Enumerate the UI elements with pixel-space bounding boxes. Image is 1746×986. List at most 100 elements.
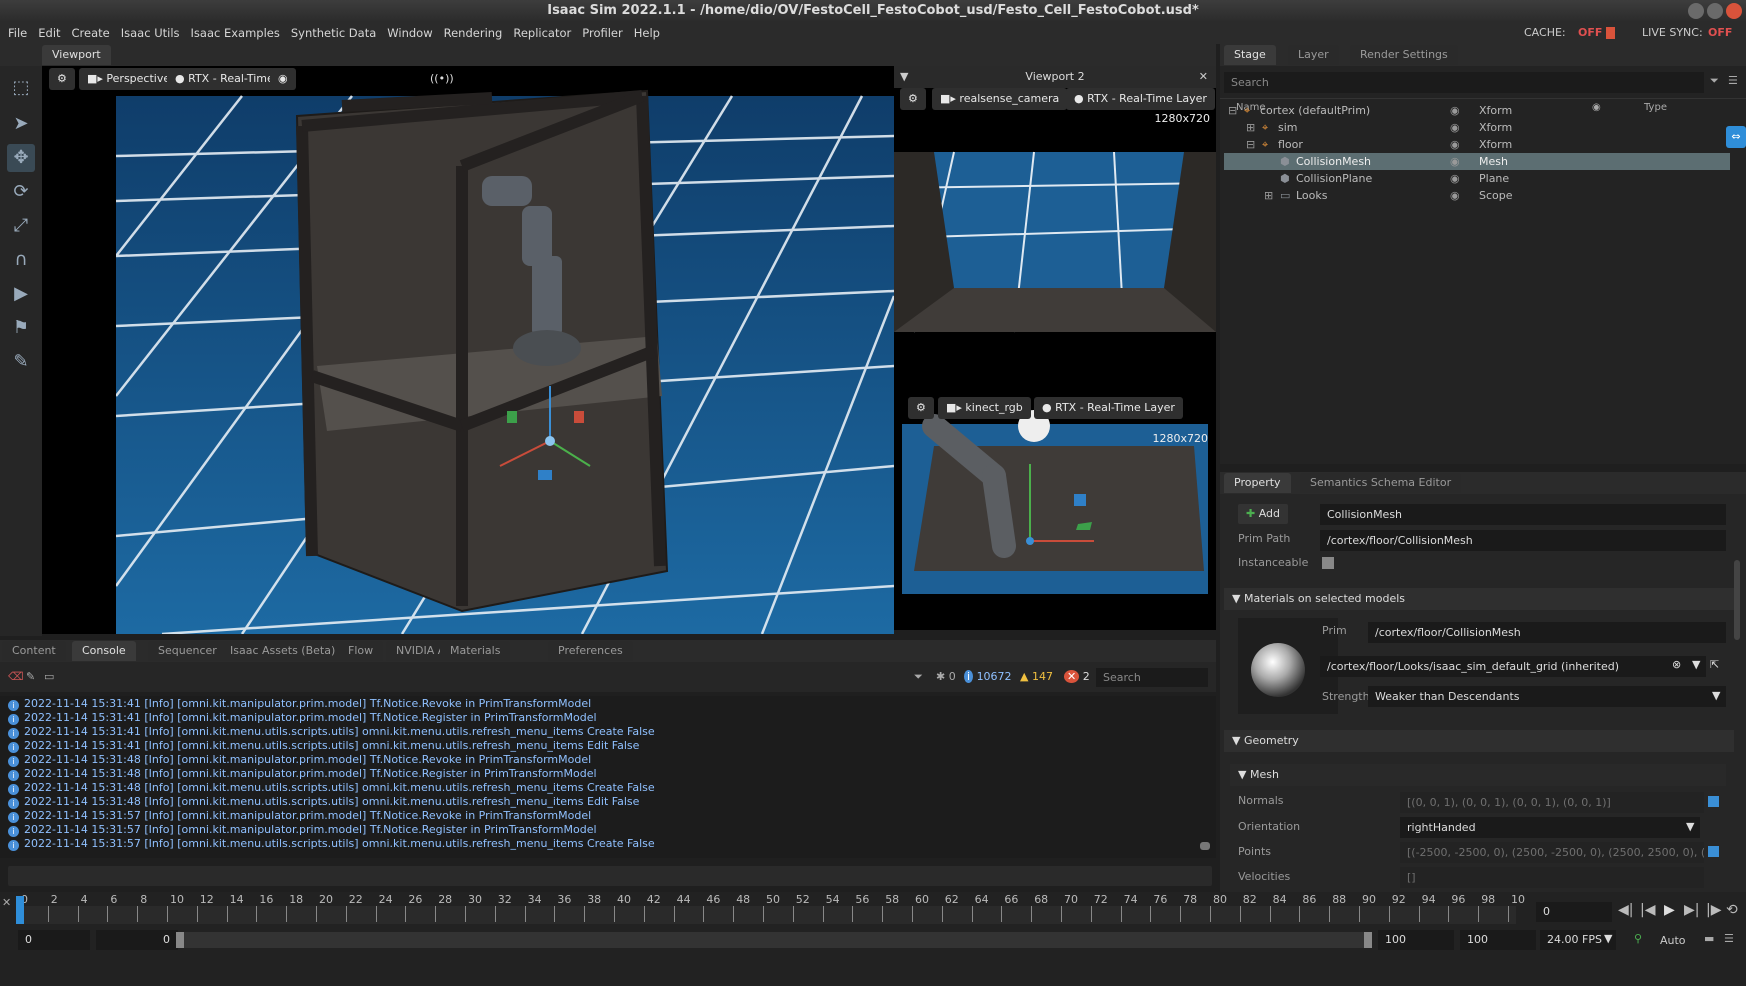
viewport2-camera-selector[interactable]: ■▸ realsense_camera [932,88,1068,110]
end-range-field[interactable]: 100 [1378,930,1454,950]
material-path-field[interactable]: /cortex/floor/Looks/isaac_sim_default_gr… [1320,656,1706,677]
console-search-input[interactable]: Search [1096,668,1208,687]
snap-magnet-icon[interactable]: ∩ [7,246,35,274]
viewport2-bottom[interactable]: ⚙ ■▸ kinect_rgb ● RTX - Real-Time Layer … [894,396,1216,630]
viewport3-settings-button[interactable]: ⚙ [908,397,934,419]
tab-flow[interactable]: Flow [338,641,384,661]
viewport2-close-icon[interactable]: ✕ [1199,66,1208,88]
viewport2-settings-button[interactable]: ⚙ [900,88,926,110]
log-line[interactable]: i 2022-11-14 15:31:57 [Info] [omni.kit.me… [8,837,1208,851]
material-prim-field[interactable]: /cortex/floor/CollisionMesh [1368,622,1726,643]
renderer-selector[interactable]: ● RTX - Real-Time [167,68,282,90]
tab-console[interactable]: Console [72,641,136,661]
collapse-arrow-icon[interactable]: ▼ [900,66,908,88]
viewport3-camera-selector[interactable]: ■▸ kinect_rgb [938,397,1031,419]
points-edit-icon[interactable] [1708,846,1719,857]
expand-toggle-icon[interactable]: ⊞ [1246,119,1255,136]
strength-select[interactable]: Weaker than Descendants [1368,686,1726,707]
auto-key-icon[interactable]: ⚲ [1634,932,1642,945]
edit-log-icon[interactable]: ✎ [26,670,35,683]
tab-isaac-assets-beta[interactable]: Isaac Assets (Beta) [220,641,346,661]
star-icon[interactable]: ✱ 0 [936,670,956,683]
camera-key-icon[interactable]: ▬ [1704,932,1714,945]
tab-content[interactable]: Content [2,641,66,661]
log-line[interactable]: i 2022-11-14 15:31:48 [Info] [omni.kit.me… [8,781,1208,795]
minimize-button[interactable] [1688,3,1704,19]
error-filter[interactable]: ✕ 2 [1064,670,1090,683]
fps-dropdown-icon[interactable]: ▼ [1604,932,1612,945]
menu-item-create[interactable]: Create [72,26,110,40]
visibility-eye-icon[interactable]: ◉ [1450,170,1460,187]
tab-property[interactable]: Property [1224,473,1291,493]
tab-materials[interactable]: Materials [440,641,511,661]
timeline-ruler[interactable] [16,906,1516,924]
tab-viewport[interactable]: Viewport [42,45,111,65]
range-end-handle[interactable] [1364,932,1372,948]
menu-item-window[interactable]: Window [387,26,432,40]
play-icon[interactable]: ▶ [7,280,35,308]
stage-row-sim[interactable]: ⊞ ⌖ sim ◉ Xform [1224,119,1730,136]
points-field[interactable]: [(-2500, -2500, 0), (2500, -2500, 0), (2… [1400,842,1704,863]
visibility-eye-icon[interactable]: ◉ [1450,136,1460,153]
prev-key-icon[interactable]: ◀| [1618,902,1633,918]
current-frame-field[interactable]: 0 [1536,902,1612,922]
orientation-select[interactable]: rightHanded [1400,817,1700,838]
menu-item-edit[interactable]: Edit [38,26,60,40]
normals-edit-icon[interactable] [1708,796,1719,807]
property-scrollbar[interactable] [1734,560,1740,640]
menu-item-isaac-utils[interactable]: Isaac Utils [121,26,180,40]
orientation-dropdown-icon[interactable]: ▼ [1686,820,1694,833]
move-icon[interactable]: ✥ [7,144,35,172]
mesh-section-header[interactable]: ▼ Mesh [1230,764,1726,786]
log-line[interactable]: i 2022-11-14 15:31:57 [Info] [omni.kit.ma… [8,809,1208,823]
timeline-menu-icon[interactable]: ☰ [1724,932,1734,945]
filter-icon[interactable]: ⏷ [1710,74,1719,88]
expand-toggle-icon[interactable]: ⊞ [1264,187,1273,204]
menu-item-replicator[interactable]: Replicator [513,26,571,40]
clear-log-icon[interactable]: ⌫ [8,670,24,683]
playhead[interactable] [16,896,24,924]
paint-icon[interactable]: ✎ [7,348,35,376]
camera-selector[interactable]: ■▸ Perspective [79,68,179,90]
materials-section-header[interactable]: ▼ Materials on selected models [1224,588,1734,610]
log-line[interactable]: i 2022-11-14 15:31:41 [Info] [omni.kit.ma… [8,711,1208,725]
stage-row-looks[interactable]: ⊞ ▭ Looks ◉ Scope [1224,187,1730,204]
menu-item-profiler[interactable]: Profiler [582,26,623,40]
log-line[interactable]: i 2022-11-14 15:31:48 [Info] [omni.kit.ma… [8,767,1208,781]
tab-render-settings[interactable]: Render Settings [1350,45,1458,65]
visibility-eye-icon[interactable]: ◉ [1450,119,1460,136]
viewport-settings-button[interactable]: ⚙ [49,68,75,90]
tab-stage[interactable]: Stage [1224,45,1276,65]
log-line[interactable]: i 2022-11-14 15:31:41 [Info] [omni.kit.me… [8,725,1208,739]
play-button-icon[interactable]: ▶ [1664,902,1675,918]
select-mode-icon[interactable]: ⬚ [7,74,35,102]
tab-preferences[interactable]: Preferences [548,641,633,661]
open-material-icon[interactable]: ⇱ [1710,658,1719,671]
strength-dropdown-icon[interactable]: ▼ [1712,689,1720,702]
log-line[interactable]: i 2022-11-14 15:31:48 [Info] [omni.kit.ma… [8,753,1208,767]
live-sync-toggle[interactable]: OFF [1708,22,1732,44]
add-button[interactable]: ✚ Add [1238,504,1289,524]
expand-toggle-icon[interactable]: ⊟ [1228,102,1237,119]
stage-row-collisionmesh[interactable]: ⬢ CollisionMesh ◉ Mesh [1224,153,1730,170]
stage-row-collisionplane[interactable]: ⬢ CollisionPlane ◉ Plane [1224,170,1730,187]
velocities-field[interactable]: [] [1400,867,1704,888]
end-time-field[interactable]: 100 [1460,930,1536,950]
prim-name-field[interactable]: CollisionMesh [1320,504,1726,525]
tab-sequencer[interactable]: Sequencer [148,641,227,661]
folder-icon[interactable]: ▭ [44,670,54,683]
stage-row-cortex-defaultprim[interactable]: ⊟ ⌖ cortex (defaultPrim) ◉ Xform [1224,102,1730,119]
cache-toggle[interactable]: OFF [1578,22,1602,44]
visibility-eye-icon[interactable]: ◉ [1450,187,1460,204]
menu-icon[interactable]: ☰ [1728,74,1738,87]
viewport2-top[interactable]: ⚙ ■▸ realsense_camera ● RTX - Real-Time … [894,88,1216,396]
visibility-eye-icon[interactable]: ◉ [1450,153,1460,170]
range-slider[interactable] [178,932,1364,948]
loop-icon[interactable]: ⟲ [1726,902,1738,918]
viewport3-renderer-selector[interactable]: ● RTX - Real-Time Layer [1034,397,1183,419]
visibility-button[interactable]: ◉ [270,68,296,90]
warn-filter[interactable]: ▲ 147 [1020,670,1053,683]
menu-item-file[interactable]: File [8,26,27,40]
log-line[interactable]: i 2022-11-14 15:31:41 [Info] [omni.kit.ma… [8,697,1208,711]
normals-field[interactable]: [(0, 0, 1), (0, 0, 1), (0, 0, 1), (0, 0,… [1400,792,1704,813]
